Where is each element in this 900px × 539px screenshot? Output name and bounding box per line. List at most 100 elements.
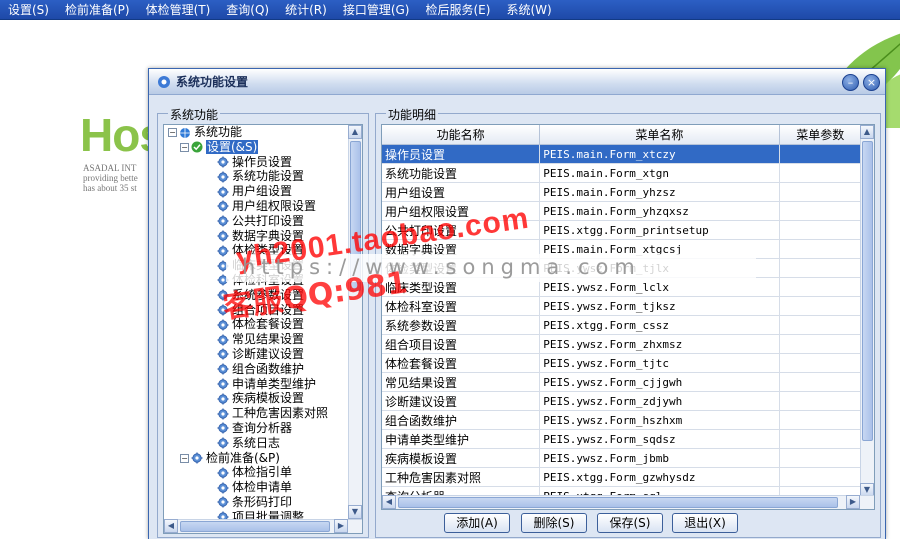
tree-node[interactable]: 申请单类型维护 <box>164 377 350 392</box>
tree-node[interactable]: 系统功能设置 <box>164 169 350 184</box>
grid-scroll-up-button[interactable]: ▲ <box>860 125 874 139</box>
tree-node[interactable]: 体检套餐设置 <box>164 317 350 332</box>
cell-menu-param[interactable] <box>779 144 862 164</box>
tree-node[interactable]: 体检科室设置 <box>164 273 350 288</box>
cell-function-name[interactable]: 公共打印设置 <box>382 220 541 240</box>
cell-menu-param[interactable] <box>779 467 862 487</box>
menu-item-5[interactable]: 接口管理(G) <box>335 0 418 20</box>
cell-menu-name[interactable]: PEIS.ywsz.Form_tjlx <box>539 258 780 278</box>
function-detail-grid[interactable]: 功能名称 菜单名称 菜单参数 操作员设置 PEIS.main.Form_xtczy… <box>381 124 875 510</box>
cell-menu-name[interactable]: PEIS.ywsz.Form_jbmb <box>539 448 780 468</box>
table-row[interactable]: 组合项目设置 PEIS.ywsz.Form_zhxmsz <box>382 334 862 354</box>
tree-node[interactable]: 系统参数设置 <box>164 288 350 303</box>
tree-node[interactable]: 临床类型设置 <box>164 258 350 273</box>
tree-scroll-up-button[interactable]: ▲ <box>348 125 362 139</box>
table-row[interactable]: 临床类型设置 PEIS.ywsz.Form_lclx <box>382 277 862 297</box>
window-titlebar[interactable]: 系统功能设置 – × <box>149 69 885 95</box>
menu-item-3[interactable]: 查询(Q) <box>218 0 277 20</box>
menu-item-2[interactable]: 体检管理(T) <box>138 0 219 20</box>
column-header-menu-name[interactable]: 菜单名称 <box>539 125 780 145</box>
cell-function-name[interactable]: 体检科室设置 <box>382 296 541 316</box>
cell-menu-name[interactable]: PEIS.xtgg.Form_printsetup <box>539 220 780 240</box>
cell-function-name[interactable]: 体检类型设置 <box>382 258 541 278</box>
tree-vertical-scrollbar[interactable]: ▲ ▼ <box>348 125 362 519</box>
table-row[interactable]: 疾病模板设置 PEIS.ywsz.Form_jbmb <box>382 448 862 468</box>
tree-node[interactable]: 体检申请单 <box>164 480 350 495</box>
cell-function-name[interactable]: 用户组设置 <box>382 182 541 202</box>
cell-function-name[interactable]: 体检套餐设置 <box>382 353 541 373</box>
column-header-menu-param[interactable]: 菜单参数 <box>779 125 862 145</box>
cell-menu-param[interactable] <box>779 182 862 202</box>
tree-hscroll-thumb[interactable] <box>180 521 330 532</box>
table-row[interactable]: 公共打印设置 PEIS.xtgg.Form_printsetup <box>382 220 862 240</box>
cell-menu-param[interactable] <box>779 372 862 392</box>
cell-menu-name[interactable]: PEIS.main.Form_yhzqxsz <box>539 201 780 221</box>
table-row[interactable]: 用户组设置 PEIS.main.Form_yhzsz <box>382 182 862 202</box>
tree-node[interactable]: 体检指引单 <box>164 465 350 480</box>
table-row[interactable]: 体检类型设置 PEIS.ywsz.Form_tjlx <box>382 258 862 278</box>
tree-node[interactable]: − 设置(&S) <box>164 139 350 155</box>
cell-menu-param[interactable] <box>779 277 862 297</box>
cell-function-name[interactable]: 组合函数维护 <box>382 410 541 430</box>
tree-node[interactable]: 数据字典设置 <box>164 229 350 244</box>
cell-menu-param[interactable] <box>779 353 862 373</box>
cell-function-name[interactable]: 临床类型设置 <box>382 277 541 297</box>
menu-item-6[interactable]: 检后服务(E) <box>417 0 498 20</box>
tree-node[interactable]: 常见结果设置 <box>164 332 350 347</box>
table-row[interactable]: 体检科室设置 PEIS.ywsz.Form_tjksz <box>382 296 862 316</box>
tree-node[interactable]: 系统日志 <box>164 436 350 451</box>
tree-scroll-thumb[interactable] <box>350 141 361 291</box>
grid-horizontal-scrollbar[interactable]: ◀ ▶ <box>382 495 874 509</box>
tree-node[interactable]: 项目批量调整 <box>164 510 350 519</box>
add-button[interactable]: 添加(A) <box>444 513 510 533</box>
cell-menu-param[interactable] <box>779 296 862 316</box>
cell-menu-name[interactable]: PEIS.main.Form_xtgn <box>539 163 780 183</box>
menu-item-7[interactable]: 系统(W) <box>498 0 559 20</box>
cell-menu-name[interactable]: PEIS.xtgg.Form_cssz <box>539 315 780 335</box>
cell-menu-param[interactable] <box>779 220 862 240</box>
cell-menu-param[interactable] <box>779 258 862 278</box>
tree-collapse-icon[interactable]: − <box>180 142 189 152</box>
cell-menu-name[interactable]: PEIS.main.Form_xtczy <box>539 144 780 164</box>
table-row[interactable]: 操作员设置 PEIS.main.Form_xtczy <box>382 144 862 164</box>
cell-function-name[interactable]: 工种危害因素对照 <box>382 467 541 487</box>
cell-menu-param[interactable] <box>779 410 862 430</box>
table-row[interactable]: 工种危害因素对照 PEIS.xtgg.Form_gzwhysdz <box>382 467 862 487</box>
tree-node[interactable]: 体检类型设置 <box>164 243 350 258</box>
table-row[interactable]: 组合函数维护 PEIS.ywsz.Form_hszhxm <box>382 410 862 430</box>
tree-node[interactable]: 用户组权限设置 <box>164 199 350 214</box>
cell-menu-param[interactable] <box>779 429 862 449</box>
table-row[interactable]: 用户组权限设置 PEIS.main.Form_yhzqxsz <box>382 201 862 221</box>
tree-node[interactable]: 组合函数维护 <box>164 362 350 377</box>
cell-function-name[interactable]: 系统功能设置 <box>382 163 541 183</box>
tree-horizontal-scrollbar[interactable]: ◀ ▶ <box>164 519 362 533</box>
tree-node[interactable]: 条形码打印 <box>164 495 350 510</box>
tree-scroll-left-button[interactable]: ◀ <box>164 519 178 533</box>
cell-menu-name[interactable]: PEIS.ywsz.Form_tjksz <box>539 296 780 316</box>
cell-menu-name[interactable]: PEIS.main.Form_yhzsz <box>539 182 780 202</box>
cell-menu-name[interactable]: PEIS.ywsz.Form_zhxmsz <box>539 334 780 354</box>
grid-scroll-right-button[interactable]: ▶ <box>846 495 860 509</box>
grid-hscroll-thumb[interactable] <box>398 497 838 508</box>
tree-node[interactable]: 用户组设置 <box>164 184 350 199</box>
tree-node[interactable]: 查询分析器 <box>164 421 350 436</box>
grid-scroll-left-button[interactable]: ◀ <box>382 495 396 509</box>
table-row[interactable]: 系统参数设置 PEIS.xtgg.Form_cssz <box>382 315 862 335</box>
exit-button[interactable]: 退出(X) <box>672 513 738 533</box>
tree-collapse-icon[interactable]: − <box>180 453 189 463</box>
tree-node[interactable]: − 检前准备(&P) <box>164 451 350 466</box>
grid-vertical-scrollbar[interactable]: ▲ ▼ <box>860 125 874 497</box>
table-row[interactable]: 体检套餐设置 PEIS.ywsz.Form_tjtc <box>382 353 862 373</box>
cell-function-name[interactable]: 系统参数设置 <box>382 315 541 335</box>
tree-node[interactable]: 疾病模板设置 <box>164 391 350 406</box>
cell-function-name[interactable]: 常见结果设置 <box>382 372 541 392</box>
cell-menu-name[interactable]: PEIS.ywsz.Form_sqdsz <box>539 429 780 449</box>
cell-menu-param[interactable] <box>779 448 862 468</box>
cell-menu-name[interactable]: PEIS.ywsz.Form_cjjgwh <box>539 372 780 392</box>
close-button[interactable]: × <box>863 74 880 91</box>
table-row[interactable]: 诊断建议设置 PEIS.ywsz.Form_zdjywh <box>382 391 862 411</box>
tree-node[interactable]: − 系统功能 <box>164 125 350 140</box>
cell-function-name[interactable]: 疾病模板设置 <box>382 448 541 468</box>
cell-menu-name[interactable]: PEIS.ywsz.Form_lclx <box>539 277 780 297</box>
tree-node[interactable]: 公共打印设置 <box>164 214 350 229</box>
